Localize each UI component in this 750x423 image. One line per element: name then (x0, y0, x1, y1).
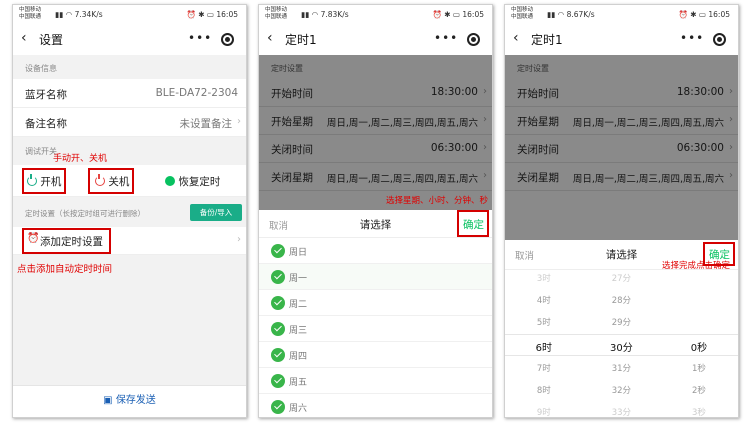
status-bar: 中国移动 中国联通 ▮▮ ◠ 7.83K/s ⏰ ✱ ▭ 16:05 (259, 5, 492, 23)
hour-wheel[interactable]: 3时 4时 5时 6时 7时 8时 9时 (505, 270, 583, 417)
selected-hour: 6时 (535, 343, 552, 354)
start-week-row: 开始星期 周日,周一,周二,周三,周四,周五,周六 › (259, 107, 492, 135)
close-week-row: 关闭星期 周日,周一,周二,周三,周四,周五,周六 › (259, 163, 492, 191)
chevron-right-icon: › (729, 142, 733, 153)
nav-bar: ‹ 设置 ••• (13, 23, 246, 55)
section-debug: 调试开关 (25, 147, 57, 156)
page-title: 定时1 (285, 33, 317, 47)
selected-minute: 30分 (610, 343, 633, 354)
highlight-confirm (457, 210, 489, 237)
section-device-info: 设备信息 (25, 64, 57, 73)
mini-program-capsule: ••• (668, 29, 730, 50)
start-week-row: 开始星期 周日,周一,周二,周三,周四,周五,周六 › (505, 107, 738, 135)
close-target-icon[interactable] (467, 33, 480, 46)
chevron-right-icon: › (483, 86, 487, 97)
close-target-icon[interactable] (713, 33, 726, 46)
check-icon (271, 296, 285, 310)
highlight-confirm (703, 242, 735, 266)
highlight-on (22, 168, 66, 194)
section-timer: 定时设置（长按定时组可进行删除） (25, 209, 145, 218)
status-right: ⏰ ✱ ▭ 16:05 (432, 10, 485, 19)
chevron-right-icon: › (729, 114, 733, 125)
day-option[interactable]: 周日 (259, 238, 492, 264)
annotation-add: 点击添加自动定时时间 (17, 264, 113, 275)
mini-program-capsule: ••• (422, 29, 484, 50)
mini-program-capsule: ••• (176, 29, 238, 50)
signal-icon: ▮▮ ◠ 8.67K/s (547, 10, 595, 19)
back-icon[interactable]: ‹ (267, 30, 273, 46)
dimmed-background: 定时设置 开始时间 18:30:00 › 开始星期 周日,周一,周二,周三,周四… (259, 55, 492, 210)
check-icon (271, 400, 285, 414)
check-icon (271, 322, 285, 336)
day-option[interactable]: 周一 (259, 264, 492, 290)
close-week-row: 关闭星期 周日,周一,周二,周三,周四,周五,周六 › (505, 163, 738, 191)
status-bar: 中国移动 中国联通 ▮▮ ◠ 8.67K/s ⏰ ✱ ▭ 16:05 (505, 5, 738, 23)
day-option[interactable]: 周六 (259, 394, 492, 417)
carrier-info: 中国移动 中国联通 (265, 7, 288, 20)
second-wheel[interactable]: 0秒 1秒 2秒 3秒 (660, 270, 738, 417)
status-right: ⏰ ✱ ▭ 16:05 (186, 10, 239, 19)
start-time-row: 开始时间 18:30:00 › (259, 79, 492, 107)
bluetooth-name-value: BLE-DA72-2304 (155, 87, 238, 99)
backup-import-button[interactable]: 备份/导入 (190, 204, 242, 221)
back-icon[interactable]: ‹ (21, 30, 27, 46)
day-option[interactable]: 周二 (259, 290, 492, 316)
save-send-button[interactable]: ▣ 保存发送 (13, 385, 246, 417)
check-icon (271, 270, 285, 284)
carrier-info: 中国移动 中国联通 (19, 7, 42, 20)
carrier-info: 中国移动 中国联通 (511, 7, 534, 20)
highlight-off (88, 168, 134, 194)
status-right: ⏰ ✱ ▭ 16:05 (678, 10, 731, 19)
chevron-right-icon: › (237, 234, 241, 245)
highlight-add-timer (22, 228, 111, 254)
status-bar: 中国移动 中国联通 ▮▮ ◠ 7.34K/s ⏰ ✱ ▭ 16:05 (13, 5, 246, 23)
restore-timer-button[interactable]: 恢复定时 (165, 174, 220, 189)
annotation-select: 选择星期、小时、分钟、秒 (385, 196, 488, 206)
page-title: 定时1 (531, 33, 563, 47)
dimmed-background: 定时设置 开始时间 18:30:00 › 开始星期 周日,周一,周二,周三,周四… (505, 55, 738, 240)
restore-icon (165, 176, 175, 186)
start-time-row: 开始时间 18:30:00 › (505, 79, 738, 107)
time-picker-sheet: 取消 请选择 确定 选择完成点击确定 3时 4时 5时 6时 7时 8时 9时 … (505, 240, 738, 417)
back-icon[interactable]: ‹ (513, 30, 519, 46)
chevron-right-icon: › (729, 170, 733, 181)
page-title: 设置 (39, 33, 64, 47)
chevron-right-icon: › (483, 170, 487, 181)
more-icon[interactable]: ••• (434, 31, 458, 45)
day-option[interactable]: 周五 (259, 368, 492, 394)
minute-wheel[interactable]: 27分 28分 29分 30分 31分 32分 33分 (583, 270, 661, 417)
day-option[interactable]: 周四 (259, 342, 492, 368)
note-name-row[interactable]: 备注名称 未设置备注 › (13, 108, 246, 137)
chevron-right-icon: › (237, 116, 241, 127)
chevron-right-icon: › (483, 142, 487, 153)
selected-second: 0秒 (690, 343, 708, 354)
phone-time-picker: 中国移动 中国联通 ▮▮ ◠ 8.67K/s ⏰ ✱ ▭ 16:05 ‹ 定时1… (504, 4, 739, 418)
check-icon (271, 374, 285, 388)
signal-icon: ▮▮ ◠ 7.83K/s (301, 10, 349, 19)
more-icon[interactable]: ••• (680, 31, 704, 45)
nav-bar: ‹ 定时1 ••• (505, 23, 738, 55)
save-icon: ▣ (103, 395, 113, 406)
day-option[interactable]: 周三 (259, 316, 492, 342)
chevron-right-icon: › (483, 114, 487, 125)
phone-week-picker: 中国移动 中国联通 ▮▮ ◠ 7.83K/s ⏰ ✱ ▭ 16:05 ‹ 定时1… (258, 4, 493, 418)
more-icon[interactable]: ••• (188, 31, 212, 45)
close-target-icon[interactable] (221, 33, 234, 46)
week-picker-sheet: 取消 请选择 确定 周日 周一 周二 周三 周四 周五 周六 (259, 210, 492, 417)
check-icon (271, 244, 285, 258)
nav-bar: ‹ 定时1 ••• (259, 23, 492, 55)
check-icon (271, 348, 285, 362)
close-time-row: 关闭时间 06:30:00 › (259, 135, 492, 163)
annotation-manual: 手动开、关机 (53, 154, 108, 164)
signal-icon: ▮▮ ◠ 7.34K/s (55, 10, 103, 19)
close-time-row: 关闭时间 06:30:00 › (505, 135, 738, 163)
chevron-right-icon: › (729, 86, 733, 97)
bluetooth-name-row[interactable]: 蓝牙名称 BLE-DA72-2304 (13, 79, 246, 108)
phone-settings: 中国移动 中国联通 ▮▮ ◠ 7.34K/s ⏰ ✱ ▭ 16:05 ‹ 设置 … (12, 4, 247, 418)
